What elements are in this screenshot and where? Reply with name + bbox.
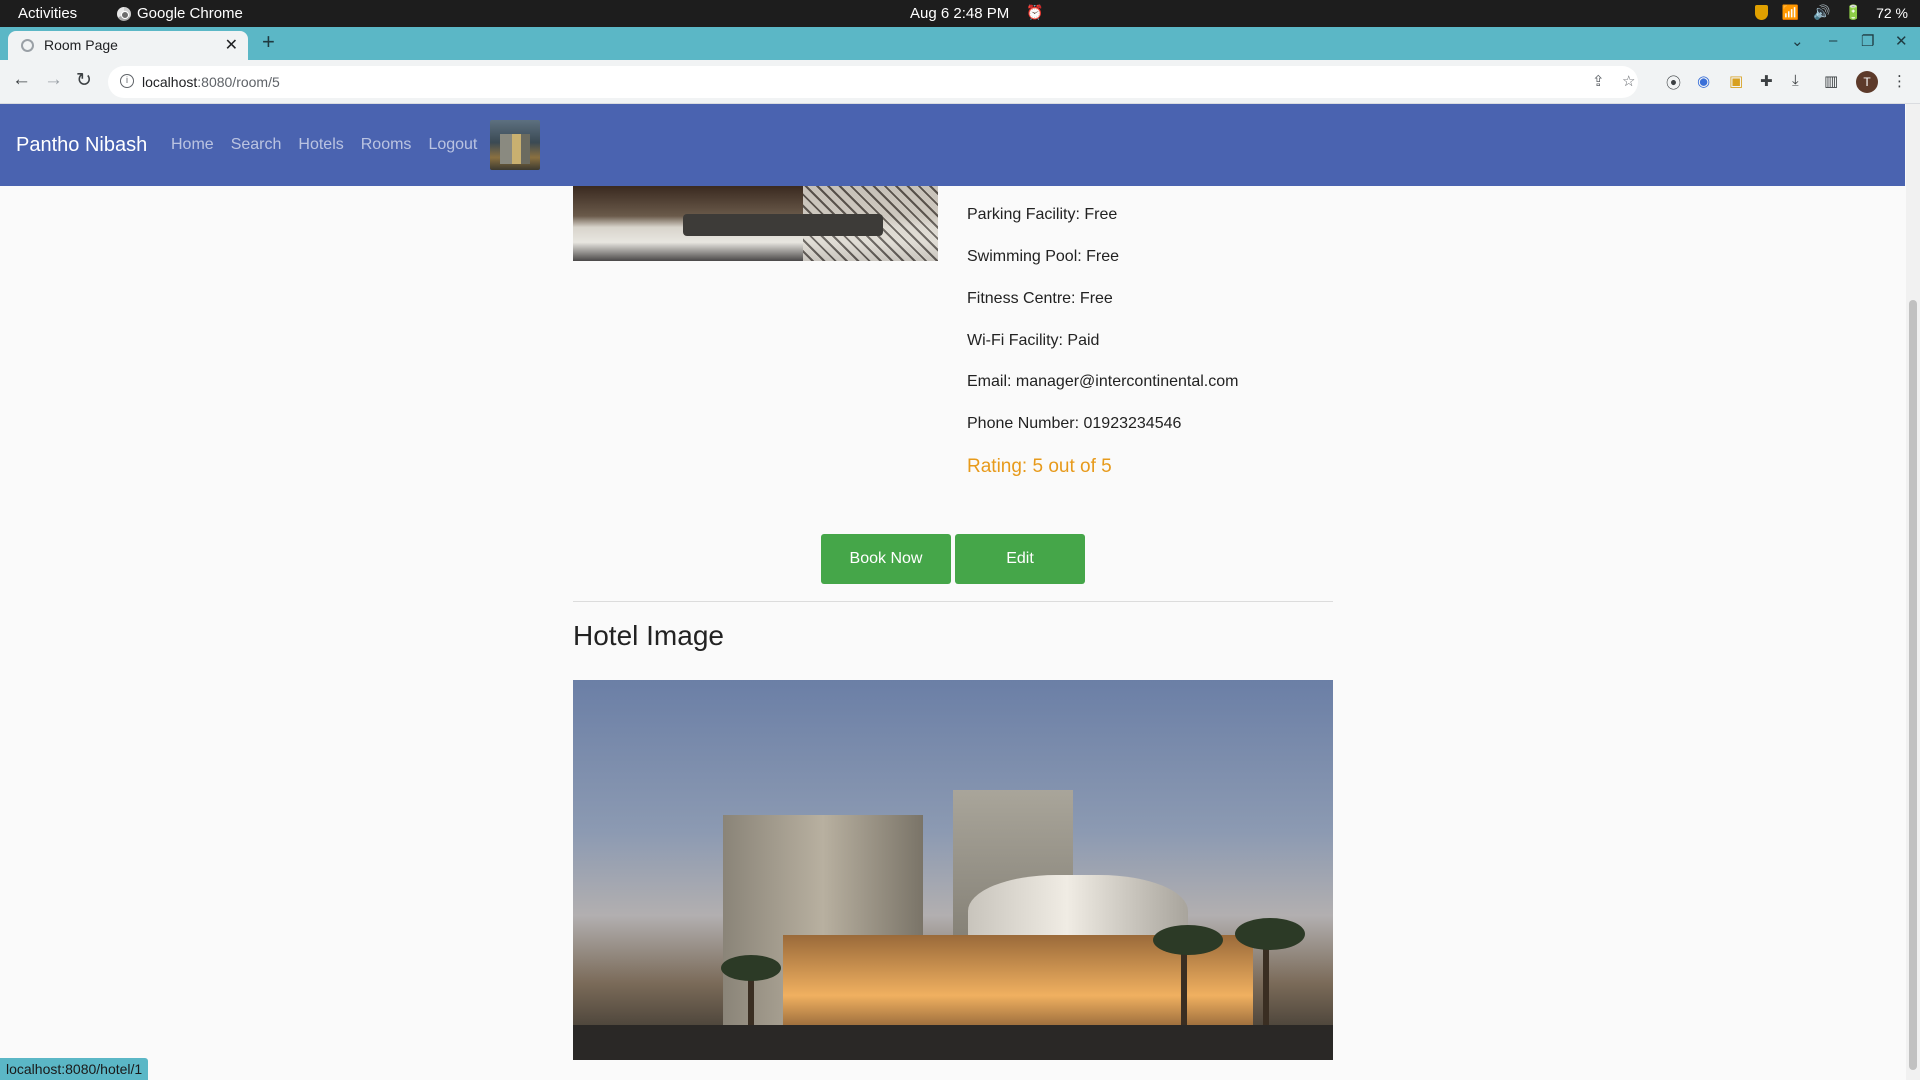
activities-button[interactable]: Activities [18, 5, 77, 22]
tab-title: Room Page [44, 37, 118, 53]
fitness-centre: Fitness Centre: Free [967, 290, 1113, 307]
nav-search[interactable]: Search [231, 136, 282, 154]
parking-facility: Parking Facility: Free [967, 206, 1118, 223]
hotel-image-heading: Hotel Image [573, 620, 724, 651]
info-icon[interactable]: i [120, 74, 134, 88]
email-text: Email: manager@intercontinental.com [967, 373, 1239, 390]
reload-icon[interactable]: ↻ [76, 69, 92, 92]
wifi-icon: 📶 [1781, 4, 1800, 20]
phone-text: Phone Number: 01923234546 [967, 415, 1182, 432]
shield-icon [1754, 5, 1768, 20]
page-scrollbar[interactable] [1906, 104, 1920, 1080]
palm-frond [1235, 918, 1305, 950]
wifi-facility: Wi-Fi Facility: Paid [967, 332, 1100, 349]
battery-level: 72 % [1876, 4, 1908, 21]
address-bar[interactable]: i localhost:8080/room/5 ⇪ ☆ [108, 66, 1638, 98]
extensions-puzzle-icon[interactable]: ✚ [1760, 72, 1773, 90]
share-icon[interactable]: ⇪ [1592, 72, 1605, 90]
extension-icon[interactable]: ⦿ [1666, 72, 1681, 93]
palm-frond [721, 955, 781, 981]
close-tab-icon[interactable]: ✕ [225, 35, 238, 55]
chrome-icon [117, 6, 131, 21]
app-menu[interactable]: Google Chrome [117, 5, 243, 22]
close-window-icon[interactable]: ✕ [1895, 32, 1908, 50]
book-now-button[interactable]: Book Now [821, 534, 951, 584]
bookmark-star-icon[interactable]: ☆ [1622, 72, 1635, 90]
url-text[interactable]: localhost:8080/room/5 [142, 74, 280, 90]
tab-search-icon[interactable]: ⌄ [1791, 32, 1804, 50]
room-photo [573, 186, 938, 261]
rating-text: Rating: 5 out of 5 [967, 456, 1112, 477]
hotel-image-road [573, 1025, 1333, 1060]
tab-room-page[interactable]: Room Page ✕ [8, 31, 248, 60]
restore-icon[interactable]: ❐ [1861, 32, 1874, 50]
download-icon[interactable]: ⤓ [1792, 72, 1799, 89]
profile-hotel-thumbnail[interactable] [490, 120, 540, 170]
battery-icon: 🔋 [1844, 4, 1863, 20]
back-icon[interactable]: ← [12, 69, 31, 91]
page-viewport: Pantho Nibash Home Search Hotels Rooms L… [0, 104, 1920, 1080]
system-tray[interactable]: 📶 🔊 🔋 72 % [1754, 4, 1908, 21]
site-navbar: Pantho Nibash Home Search Hotels Rooms L… [0, 104, 1905, 186]
nav-home[interactable]: Home [171, 136, 214, 154]
system-top-bar: Activities Google Chrome Aug 6 2:48 PM ⏰… [0, 0, 1920, 27]
scrollbar-thumb[interactable] [1909, 300, 1917, 1070]
volume-icon: 🔊 [1813, 4, 1831, 20]
globe-icon [21, 39, 34, 52]
swimming-pool: Swimming Pool: Free [967, 248, 1120, 265]
extension-blue-icon[interactable]: ◉ [1697, 72, 1710, 90]
browser-toolbar: ← → ↻ i localhost:8080/room/5 ⇪ ☆ ⦿ ◉ ▣ … [0, 60, 1920, 104]
system-clock[interactable]: Aug 6 2:48 PM [910, 5, 1009, 22]
extension-yellow-icon[interactable]: ▣ [1729, 72, 1743, 90]
menu-kebab-icon[interactable]: ⋮ [1892, 72, 1907, 90]
nav-links: Home Search Hotels Rooms Logout [171, 136, 477, 154]
room-photo-bench [683, 214, 883, 236]
palm-frond [1153, 925, 1223, 955]
profile-avatar[interactable]: T [1856, 71, 1878, 93]
nav-logout[interactable]: Logout [428, 136, 477, 154]
brand-link[interactable]: Pantho Nibash [16, 134, 147, 157]
status-bubble-url: localhost:8080/hotel/1 [0, 1058, 149, 1080]
minimize-icon[interactable]: – [1829, 32, 1837, 49]
edit-button[interactable]: Edit [955, 534, 1085, 584]
nav-hotels[interactable]: Hotels [298, 136, 343, 154]
side-panel-icon[interactable]: ▥ [1824, 72, 1838, 90]
forward-icon[interactable]: → [44, 69, 63, 91]
hotel-image [573, 680, 1333, 1060]
new-tab-button[interactable]: + [262, 29, 275, 55]
tab-strip: Room Page ✕ + ⌄ – ❐ ✕ [0, 27, 1920, 60]
app-name: Google Chrome [137, 5, 243, 22]
nav-rooms[interactable]: Rooms [361, 136, 412, 154]
alarm-icon: ⏰ [1026, 4, 1044, 20]
section-divider [573, 601, 1333, 602]
